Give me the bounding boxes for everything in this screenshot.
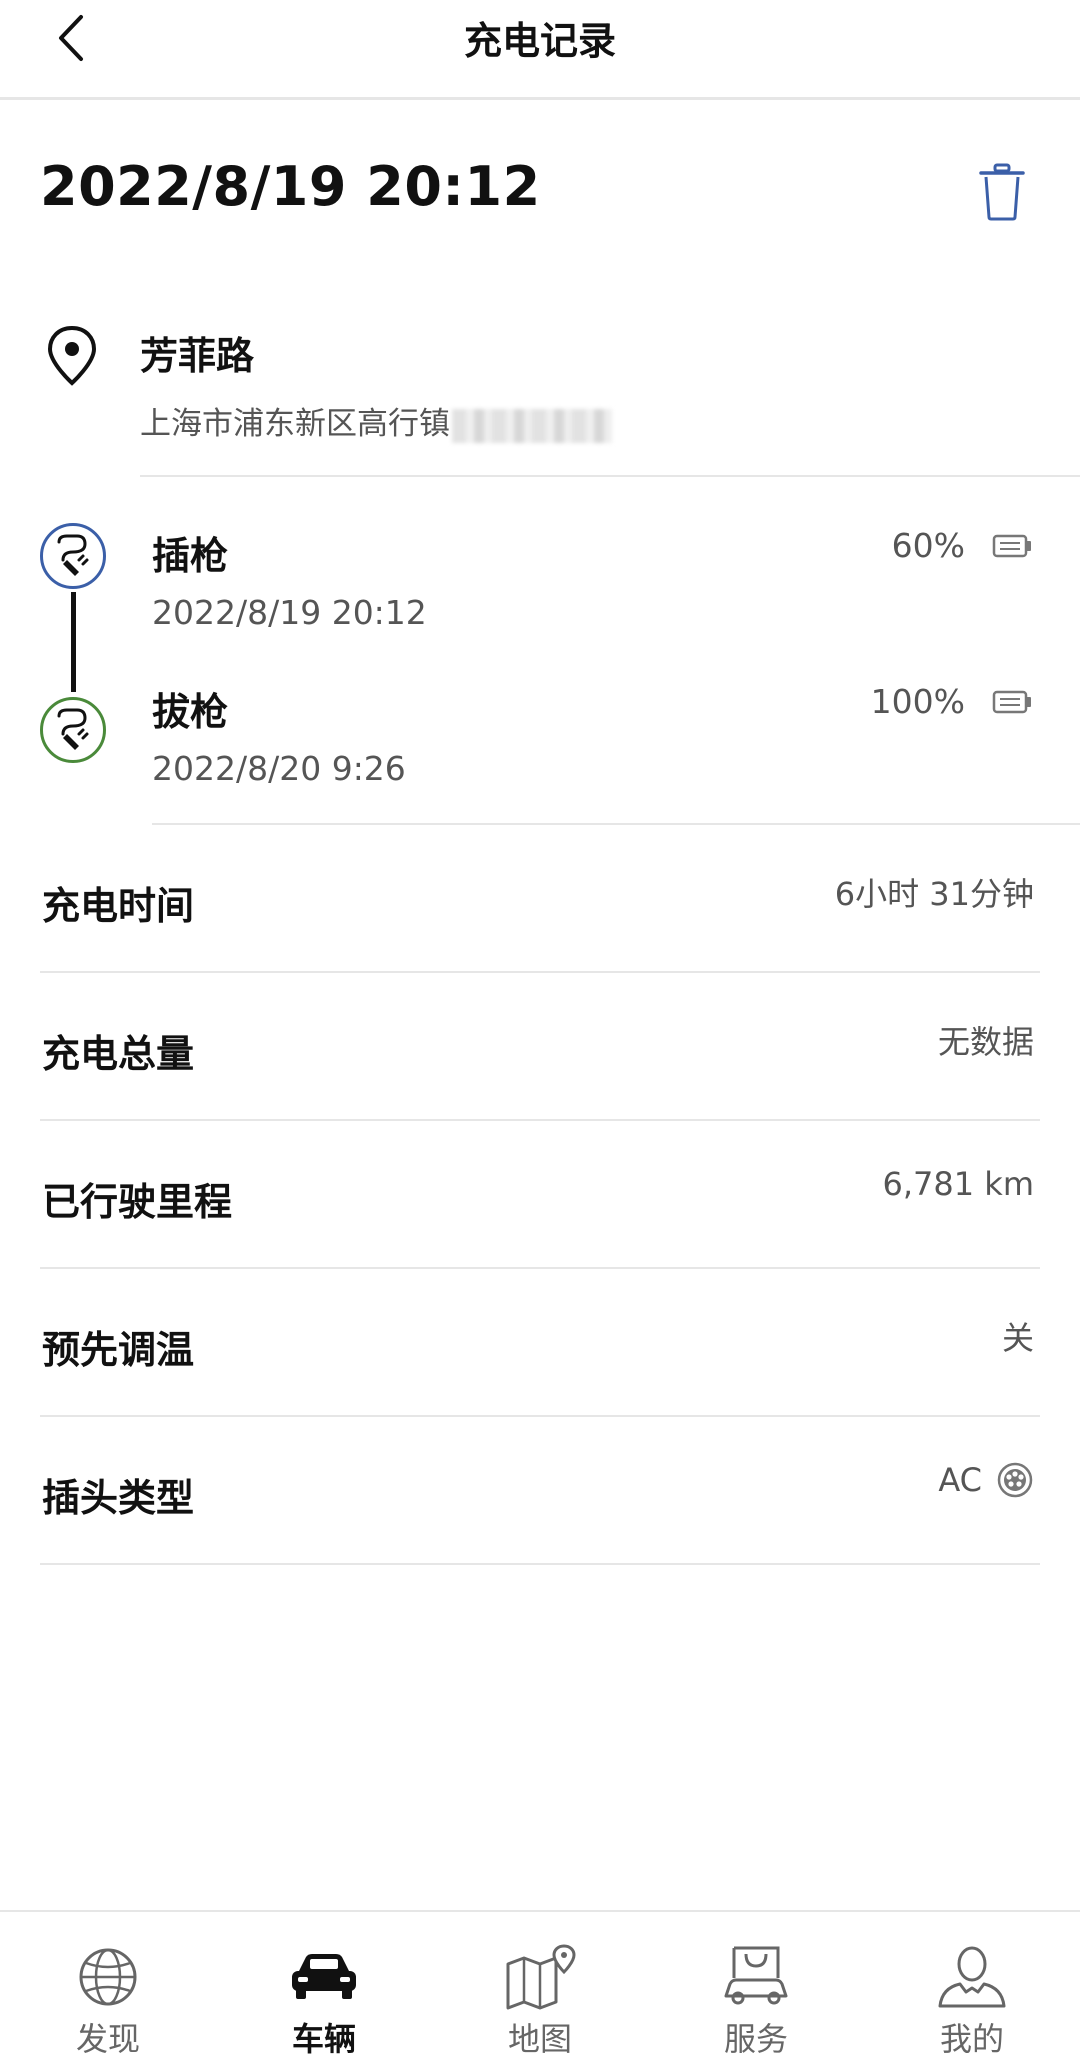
detail-row-preconditioning: 预先调温 关 [40,1269,1040,1417]
tab-label: 地图 [507,2020,572,2058]
battery-icon [992,690,1031,714]
detail-row-charging-time: 充电时间 6小时 31分钟 [40,825,1040,973]
plug-in-label: 插枪 [152,534,229,578]
ac-connector-icon [997,1462,1033,1498]
charging-plug-icon [57,708,89,750]
detail-label: 充电时间 [42,884,195,928]
detail-label: 充电总量 [42,1032,195,1076]
trash-icon [979,163,1025,221]
detail-value: 6小时 31分钟 [835,869,1034,915]
detail-value: AC [938,1461,1034,1499]
detail-label: 已行驶里程 [42,1180,233,1224]
car-icon [292,1954,356,1999]
tab-discover[interactable]: 发现 [0,1912,216,2070]
service-bag-icon [724,1946,788,2005]
globe-icon [79,1948,137,2006]
battery-icon [992,534,1031,558]
detail-label: 预先调温 [42,1328,195,1372]
tab-service[interactable]: 服务 [648,1912,864,2070]
tab-vehicle[interactable]: 车辆 [216,1912,432,2070]
charging-time-value: 6小时 31分钟 [834,875,1034,913]
location-pin-icon [47,325,97,386]
tab-map[interactable]: 地图 [432,1912,648,2070]
detail-value: 关 [1002,1313,1034,1359]
charging-amount-value: 无数据 [937,1023,1034,1061]
plug-type-value: AC [938,1461,982,1499]
plug-out-battery-percent: 100% [870,682,965,721]
tab-label: 服务 [723,2020,788,2058]
detail-value: 无数据 [938,1017,1034,1063]
delete-button[interactable] [970,160,1034,224]
person-icon [938,1946,1006,2008]
timeline-connector [71,592,76,692]
record-datetime: 2022/8/19 20:12 [40,155,541,218]
detail-row-plug-type: 插头类型 AC [40,1417,1040,1565]
map-icon [506,1944,576,2010]
charging-plug-icon [57,534,89,576]
location-name: 芳菲路 [140,334,255,378]
mileage-value: 6,781 km [882,1165,1034,1203]
divider [140,475,1080,477]
tab-profile[interactable]: 我的 [864,1912,1080,2070]
detail-value: 6,781 km [883,1165,1034,1203]
plug-out-label: 拔枪 [152,690,229,734]
detail-row-charging-amount: 充电总量 无数据 [40,973,1040,1121]
tab-label: 发现 [75,2020,140,2058]
page-title: 充电记录 [463,19,616,63]
detail-label: 插头类型 [42,1476,195,1520]
plug-in-time: 2022/8/19 20:12 [152,593,427,632]
tab-label: 车辆 [291,2020,356,2058]
detail-row-mileage: 已行驶里程 6,781 km [40,1121,1040,1269]
tab-label: 我的 [939,2020,1004,2058]
plug-out-event-icon [40,697,106,763]
location-address-text: 上海市浦东新区高行镇 [140,406,450,442]
plug-out-time: 2022/8/20 9:26 [152,749,406,788]
plug-in-event-icon [40,523,106,589]
plug-in-battery-percent: 60% [891,526,965,565]
bottom-tab-bar: 发现 车辆 地图 服务 我的 [0,1910,1080,2070]
top-bar: 充电记录 [0,0,1080,100]
preconditioning-value: 关 [1001,1319,1034,1357]
location-address: 上海市浦东新区高行镇 [140,398,612,443]
address-redacted-blur [452,408,612,443]
